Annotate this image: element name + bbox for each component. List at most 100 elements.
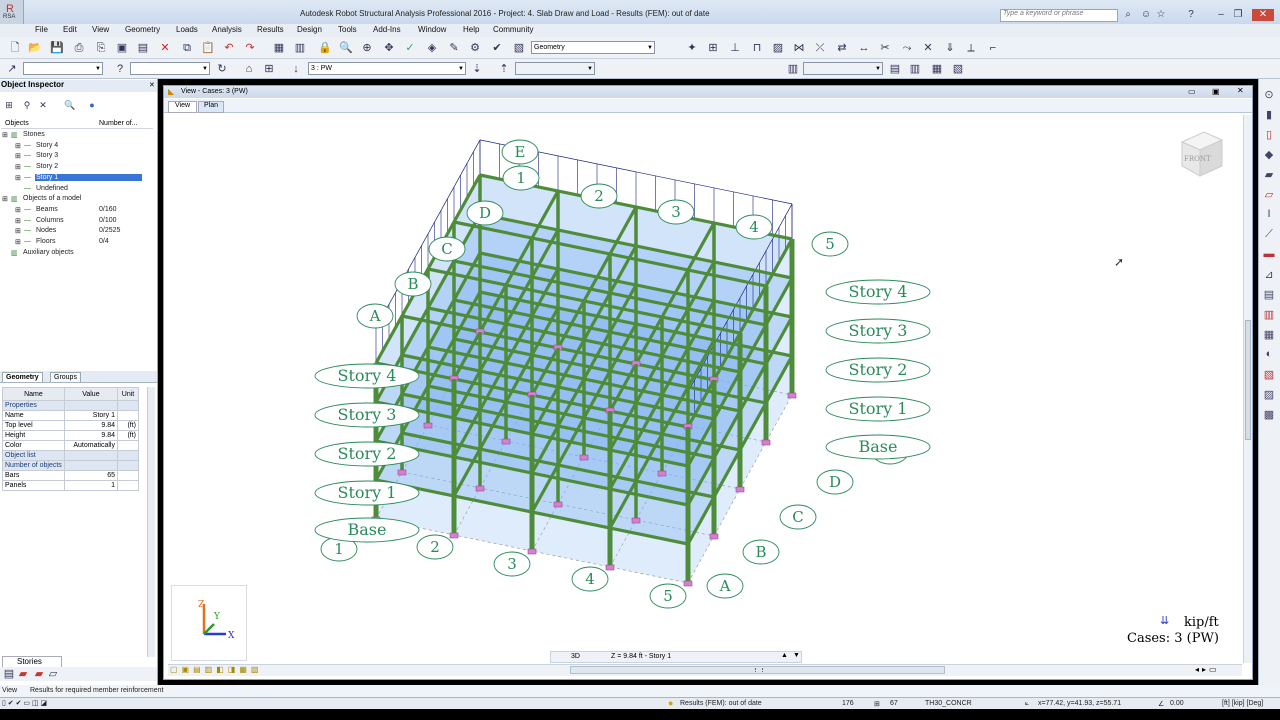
support[interactable] xyxy=(631,517,641,524)
properties-scrollbar[interactable] xyxy=(147,387,155,657)
story-table-icon[interactable]: ▱ xyxy=(46,667,60,681)
copy-icon[interactable]: ⧉ xyxy=(180,41,194,55)
view-cube[interactable]: FRONT xyxy=(1178,128,1224,182)
property-row[interactable]: Color Automatically xyxy=(2,440,140,451)
vertical-scrollbar[interactable] xyxy=(1243,115,1252,663)
view-display-icons[interactable]: ▢▣▤▥◧◨▦▧ xyxy=(170,665,334,675)
save-icon[interactable]: 💾 xyxy=(50,41,64,55)
inspector-tree-icon[interactable]: ⊞ xyxy=(2,98,16,112)
support[interactable] xyxy=(735,486,745,493)
tab-view[interactable]: View xyxy=(168,101,198,113)
inspector-help-icon[interactable]: ● xyxy=(85,98,99,112)
menu-file[interactable]: File xyxy=(35,25,48,34)
right-tool-icon[interactable]: I xyxy=(1260,208,1278,224)
menu-help[interactable]: Help xyxy=(463,25,479,34)
tree-item[interactable]: ⊞ — Columns 0/100 xyxy=(2,217,152,227)
right-tool-icon[interactable]: ⊙ xyxy=(1260,88,1278,104)
view-select-icon[interactable]: ↻ xyxy=(215,62,229,76)
level-down-icon[interactable]: ▼ xyxy=(793,652,800,659)
mode-combo[interactable]: ▼ xyxy=(515,62,595,75)
results-status[interactable]: Results (FEM): out of date xyxy=(680,700,762,707)
menu-loads[interactable]: Loads xyxy=(176,25,198,34)
grid-icon[interactable]: ⊞ xyxy=(262,62,276,76)
status-left-icons[interactable]: ▯ ✔ ✔ ▭ ◫ ◪ xyxy=(2,699,47,707)
support[interactable] xyxy=(657,470,667,477)
tree-item[interactable]: ⊞ — Story 1 xyxy=(2,173,152,184)
right-tool-icon[interactable]: ▦ xyxy=(1260,328,1278,344)
search-input[interactable]: Type a keyword or phrase xyxy=(1000,9,1118,22)
expand-icon[interactable]: ⊞ xyxy=(15,142,21,150)
menu-add-ins[interactable]: Add-Ins xyxy=(373,25,401,34)
support[interactable] xyxy=(449,532,459,539)
right-tool-icon[interactable]: ◆ xyxy=(1260,148,1278,164)
menu-community[interactable]: Community xyxy=(493,25,533,34)
measure-icon[interactable]: ⟂ xyxy=(964,41,978,55)
support[interactable] xyxy=(423,422,433,429)
tree-item[interactable]: ⊞ — Story 3 xyxy=(2,152,152,162)
select-icon[interactable]: ↗ xyxy=(5,62,19,76)
model-canvas[interactable]: ABCDE1234512345ABCDEStory 4Story 3Story … xyxy=(168,116,1242,664)
layout-combo[interactable]: Geometry ▼ xyxy=(531,41,655,54)
redo-icon[interactable]: ↷ xyxy=(243,41,257,55)
property-row[interactable]: Panels 1 xyxy=(2,480,140,491)
stories-icon[interactable]: ▤ xyxy=(2,667,16,681)
undo-icon[interactable]: ↶ xyxy=(222,41,236,55)
right-tool-icon[interactable]: ▨ xyxy=(1260,388,1278,404)
expand-icon[interactable]: ⊞ xyxy=(15,174,21,182)
tree-item[interactable]: ⊞ ▥ Stones xyxy=(2,131,152,141)
view-maximize-icon[interactable]: ▣ xyxy=(1212,87,1220,96)
level-up-icon[interactable]: ▲ xyxy=(781,652,788,659)
units-status[interactable]: [ft] [kip] [Deg] xyxy=(1222,700,1263,707)
selection-combo[interactable]: ▼ xyxy=(23,62,103,75)
lock-icon[interactable]: 🔒 xyxy=(318,41,332,55)
load-case-icon[interactable]: ↓ xyxy=(289,62,303,76)
property-row[interactable]: Properties xyxy=(2,400,140,411)
minimize-icon[interactable]: – xyxy=(1215,9,1227,21)
menu-edit[interactable]: Edit xyxy=(63,25,77,34)
expand-icon[interactable]: ⊞ xyxy=(15,206,21,214)
support[interactable] xyxy=(475,485,485,492)
open-icon[interactable]: 📂 xyxy=(28,41,42,55)
close-panel-icon[interactable]: ✕ xyxy=(149,81,155,89)
tree-item[interactable]: ⊞ — Beams 0/160 xyxy=(2,206,152,216)
expand-icon[interactable]: ⊞ xyxy=(2,195,8,203)
expand-icon[interactable]: ⊞ xyxy=(15,238,21,246)
properties-icon[interactable]: ▤ xyxy=(136,41,150,55)
print-preview-icon[interactable]: ⎘ xyxy=(94,41,108,55)
right-tool-icon[interactable]: ◐ xyxy=(1260,348,1278,364)
zoom-icon[interactable]: 🔍 xyxy=(339,41,353,55)
property-row[interactable]: Bars 65 xyxy=(2,470,140,481)
load-icon[interactable]: ⇓ xyxy=(943,41,957,55)
support[interactable] xyxy=(709,533,719,540)
display-icon[interactable]: ◈ xyxy=(425,41,439,55)
close-icon[interactable]: ✕ xyxy=(1252,9,1274,21)
view-minimize-icon[interactable]: ▭ xyxy=(1188,87,1196,96)
expand-icon[interactable]: ⊞ xyxy=(15,227,21,235)
right-tool-icon[interactable]: ▰ xyxy=(1260,168,1278,184)
offsets-icon[interactable]: ⤫ xyxy=(813,41,827,55)
tree-item[interactable]: ⊞ — Story 4 xyxy=(2,142,152,152)
support[interactable] xyxy=(501,438,511,445)
inspector-filter-icon[interactable]: ⚲ xyxy=(20,98,34,112)
property-row[interactable]: Name Story 1 xyxy=(2,410,140,421)
screen-capture-icon[interactable]: ▣ xyxy=(115,41,129,55)
view-close-icon[interactable]: ✕ xyxy=(1237,86,1244,95)
property-row[interactable]: Object list xyxy=(2,450,140,461)
print-icon[interactable]: ⎙ xyxy=(72,41,86,55)
menu-design[interactable]: Design xyxy=(297,25,322,34)
model-check-icon[interactable]: ✔ xyxy=(490,41,504,55)
story-all-icon[interactable]: ▦ xyxy=(930,62,944,76)
right-tool-icon[interactable]: ▩ xyxy=(1260,408,1278,424)
tree-item[interactable]: — Undefined xyxy=(2,185,152,195)
right-tool-icon[interactable]: ▬ xyxy=(1260,248,1278,264)
selection-filter-icon[interactable]: ? xyxy=(113,62,127,76)
nodes-icon[interactable]: ✦ xyxy=(685,41,699,55)
support[interactable] xyxy=(527,548,537,555)
supports-icon[interactable]: ⊥ xyxy=(728,41,742,55)
right-tool-icon[interactable]: ▤ xyxy=(1260,288,1278,304)
story-up-icon[interactable]: ▤ xyxy=(888,62,902,76)
tree-item[interactable]: ▥ Auxiliary objects xyxy=(2,249,152,259)
property-row[interactable]: Top level 9.84 (ft) xyxy=(2,420,140,431)
expand-icon[interactable]: ⊞ xyxy=(15,163,21,171)
inspector-search-icon[interactable]: 🔍 xyxy=(63,98,77,112)
